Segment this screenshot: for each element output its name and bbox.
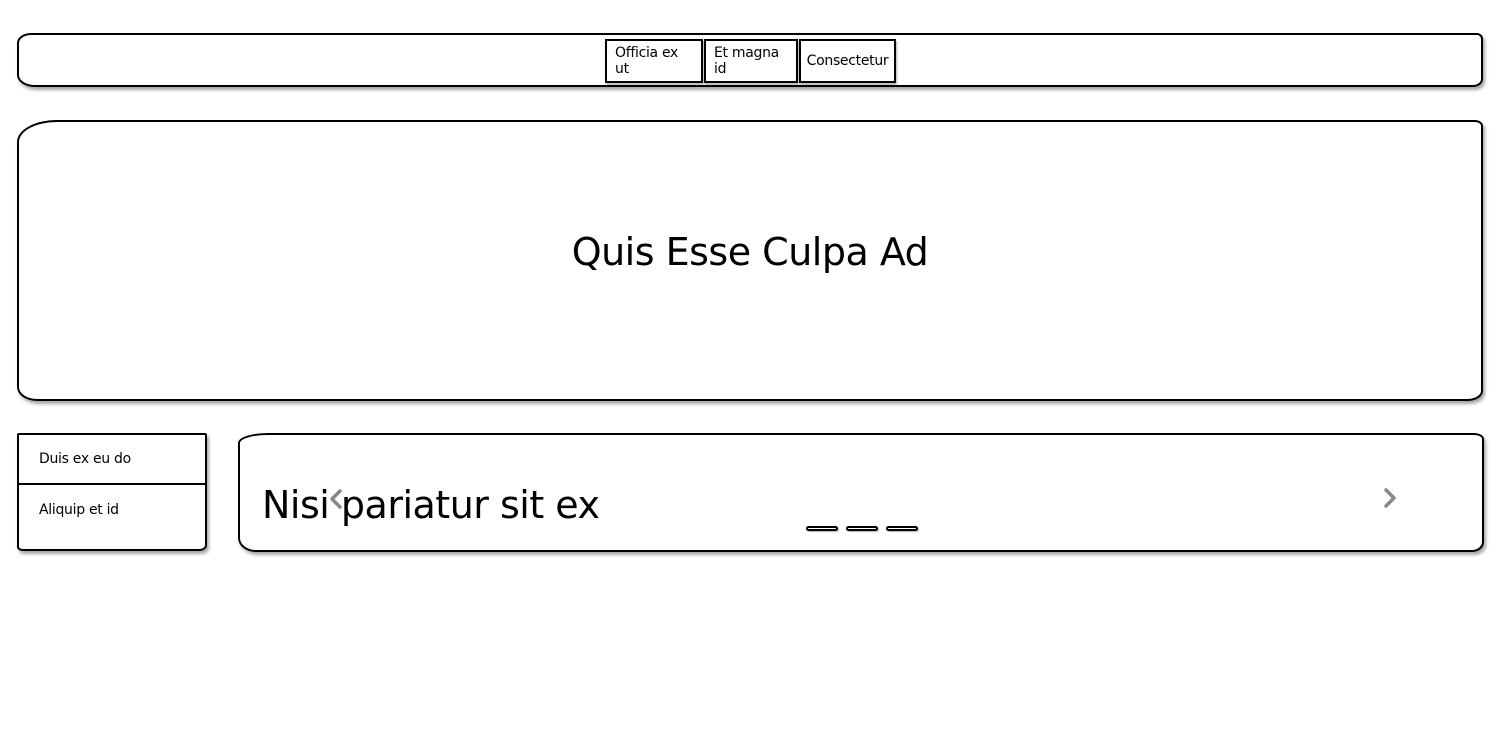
carousel-indicators	[806, 526, 926, 531]
chevron-left-icon[interactable]	[324, 487, 348, 511]
nav-button-et-magna[interactable]: Et magna id	[704, 39, 798, 83]
carousel-indicator-2[interactable]	[846, 526, 878, 531]
nav-button-officia[interactable]: Officia ex ut	[605, 39, 703, 83]
hero-banner: Quis Esse Culpa Ad	[17, 120, 1483, 401]
carousel-indicator-1[interactable]	[806, 526, 838, 531]
top-navbar: Officia ex ut Et magna id Consectetur	[17, 33, 1483, 87]
hero-title: Quis Esse Culpa Ad	[571, 230, 929, 274]
nav-button-consectetur[interactable]: Consectetur	[799, 39, 896, 83]
nav-button-group: Officia ex ut Et magna id Consectetur	[605, 39, 897, 83]
carousel-slide-text: Nisi pariatur sit ex	[262, 483, 600, 527]
carousel: Nisi pariatur sit ex	[238, 433, 1484, 552]
side-list-item-duis[interactable]: Duis ex eu do	[19, 435, 205, 485]
chevron-right-icon[interactable]	[1378, 486, 1402, 510]
side-list-item-aliquip[interactable]: Aliquip et id	[19, 485, 205, 535]
carousel-indicator-3[interactable]	[886, 526, 918, 531]
side-list: Duis ex eu do Aliquip et id	[17, 433, 207, 551]
